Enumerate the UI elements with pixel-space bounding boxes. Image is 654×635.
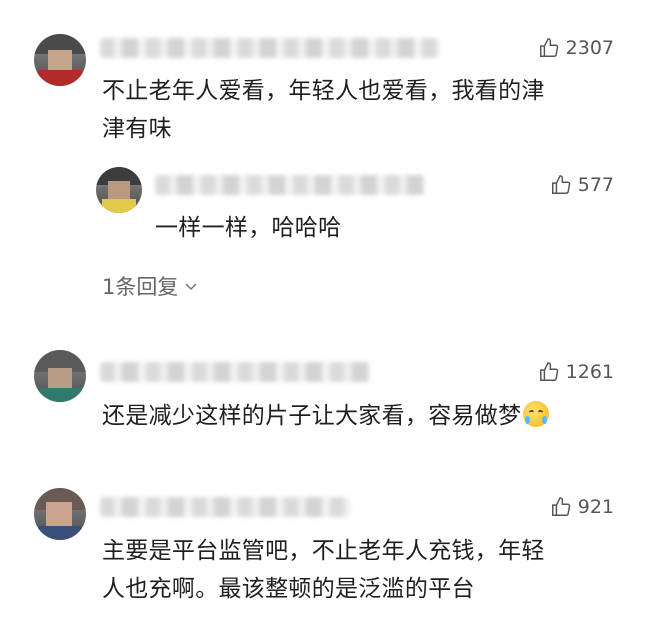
crying-laughing-emoji-icon (523, 401, 550, 427)
thumbs-up-icon (539, 38, 558, 57)
comment-text-line: 还是减少这样的片子让大家看，容易做梦 (102, 403, 522, 429)
comment-text: 不止老年人爱看，年轻人也爱看，我看的津 津有味 (102, 72, 545, 148)
like-button[interactable]: 577 (550, 174, 614, 196)
comment-text-line: 主要是平台监管吧，不止老年人充钱，年轻 (102, 538, 545, 564)
username-blurred[interactable] (100, 38, 440, 58)
expand-replies-button[interactable]: 1条回复 (102, 271, 198, 301)
username-blurred[interactable] (100, 497, 350, 517)
comment-text: 还是减少这样的片子让大家看，容易做梦 (102, 397, 550, 435)
replies-toggle-label: 1条回复 (102, 275, 179, 299)
like-count: 2307 (565, 37, 614, 59)
like-button[interactable]: 1261 (538, 361, 614, 383)
like-button[interactable]: 921 (550, 496, 614, 518)
avatar[interactable] (34, 34, 86, 86)
avatar[interactable] (34, 350, 86, 402)
username-blurred[interactable] (100, 362, 370, 382)
comment-text: 一样一样，哈哈哈 (155, 209, 341, 247)
thumbs-up-icon (551, 175, 571, 194)
thumbs-up-icon (551, 497, 571, 516)
like-count: 921 (577, 496, 614, 518)
comment-text-line: 人也充啊。最该整顿的是泛滥的平台 (102, 576, 475, 602)
avatar[interactable] (96, 167, 142, 213)
thumbs-up-icon (539, 362, 558, 381)
comment-text-line: 一样一样，哈哈哈 (155, 215, 342, 241)
chevron-down-icon (185, 283, 197, 291)
like-button[interactable]: 2307 (538, 37, 614, 59)
avatar[interactable] (34, 488, 86, 540)
comment-text-line: 津有味 (102, 116, 172, 142)
comment-text-line: 不止老年人爱看，年轻人也爱看，我看的津 (102, 78, 545, 104)
username-blurred[interactable] (155, 175, 425, 195)
like-count: 577 (577, 174, 614, 196)
comment-text: 主要是平台监管吧，不止老年人充钱，年轻 人也充啊。最该整顿的是泛滥的平台 (102, 532, 545, 608)
like-count: 1261 (565, 361, 614, 383)
